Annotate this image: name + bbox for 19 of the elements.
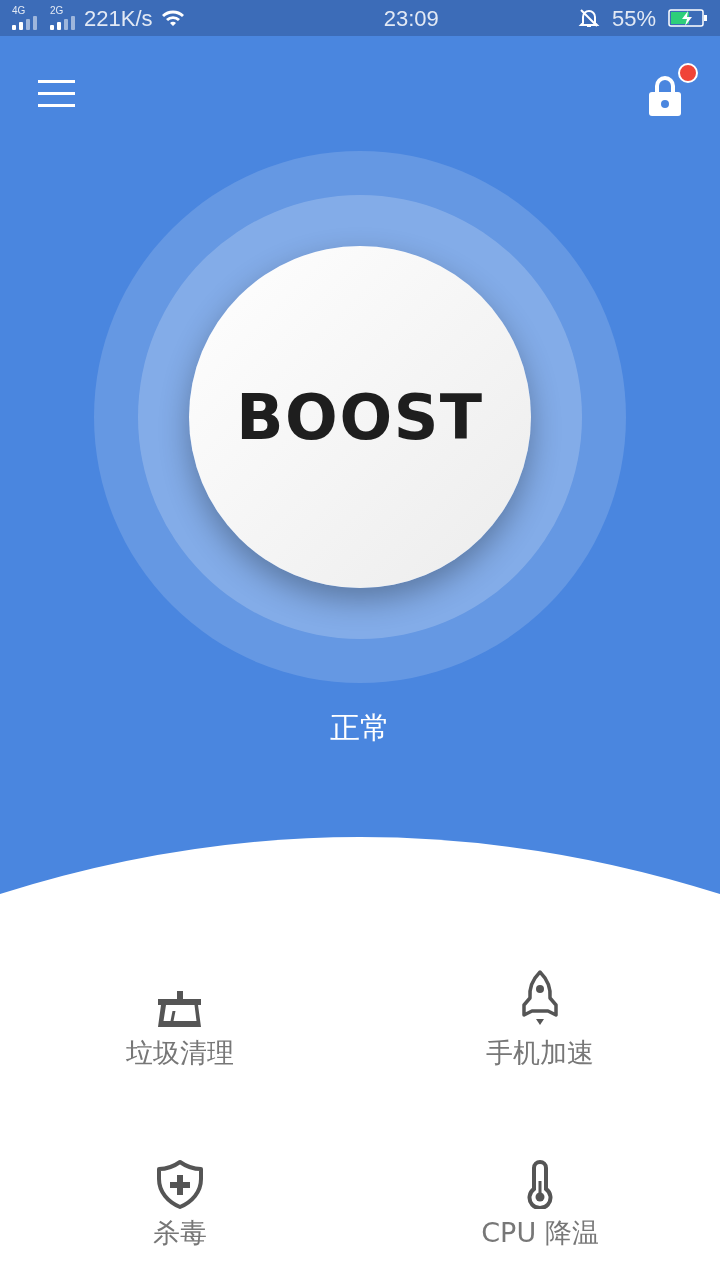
broom-icon	[157, 989, 203, 1029]
mute-icon	[577, 7, 600, 29]
network-speed: 221K/s	[84, 4, 153, 33]
network-label: 2G	[50, 6, 64, 16]
status-label: 正常	[330, 709, 390, 747]
battery-percent: 55%	[611, 4, 656, 33]
signal-icon	[12, 16, 38, 30]
feature-button[interactable]: 手机加速	[360, 936, 720, 1066]
network-label: 4G	[12, 6, 26, 16]
shield-icon	[156, 1159, 204, 1209]
boost-button[interactable]: BOOST	[189, 246, 531, 588]
wifi-icon	[160, 9, 185, 27]
feature-button[interactable]: CPU 降温	[360, 1116, 720, 1246]
menu-icon[interactable]	[38, 80, 75, 107]
signal-icon	[50, 16, 76, 30]
feature-button[interactable]: 杀毒	[0, 1116, 360, 1246]
lock-icon[interactable]	[648, 74, 682, 117]
clock: 23:09	[382, 4, 439, 33]
feature-button[interactable]: 垃圾清理	[0, 936, 360, 1066]
